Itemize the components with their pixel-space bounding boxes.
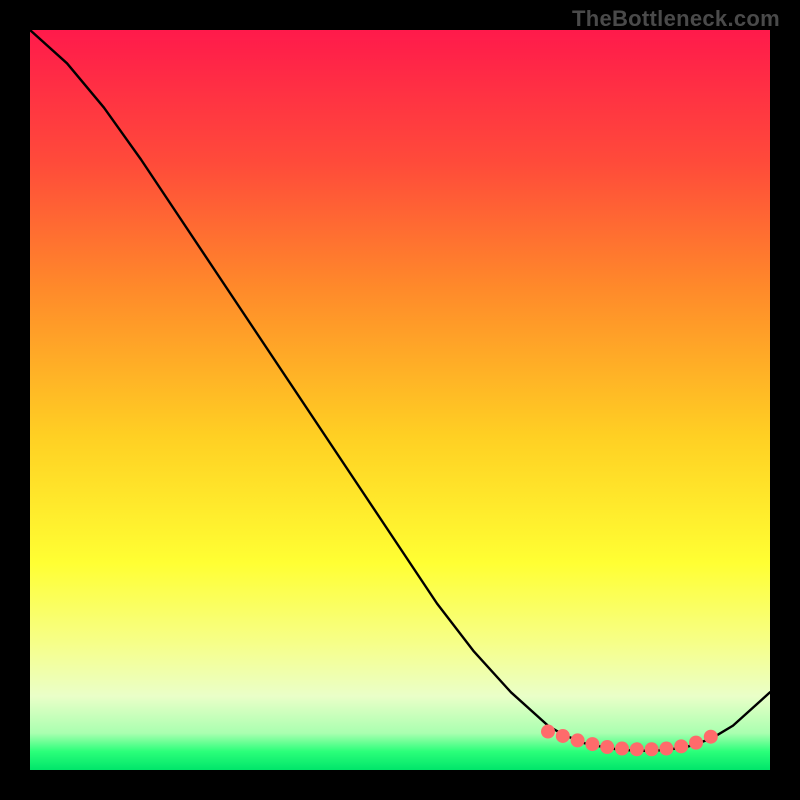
chart-canvas: [30, 30, 770, 770]
marker-dot: [600, 740, 614, 754]
marker-dot: [704, 730, 718, 744]
watermark-text: TheBottleneck.com: [572, 6, 780, 32]
marker-dot: [541, 725, 555, 739]
gradient-background: [30, 30, 770, 770]
marker-dot: [615, 742, 629, 756]
chart-frame: TheBottleneck.com: [0, 0, 800, 800]
marker-dot: [585, 737, 599, 751]
marker-dot: [645, 742, 659, 756]
marker-dot: [689, 736, 703, 750]
marker-dot: [556, 729, 570, 743]
plot-area: [30, 30, 770, 770]
marker-dot: [630, 742, 644, 756]
marker-dot: [659, 742, 673, 756]
marker-dot: [674, 739, 688, 753]
marker-dot: [571, 733, 585, 747]
